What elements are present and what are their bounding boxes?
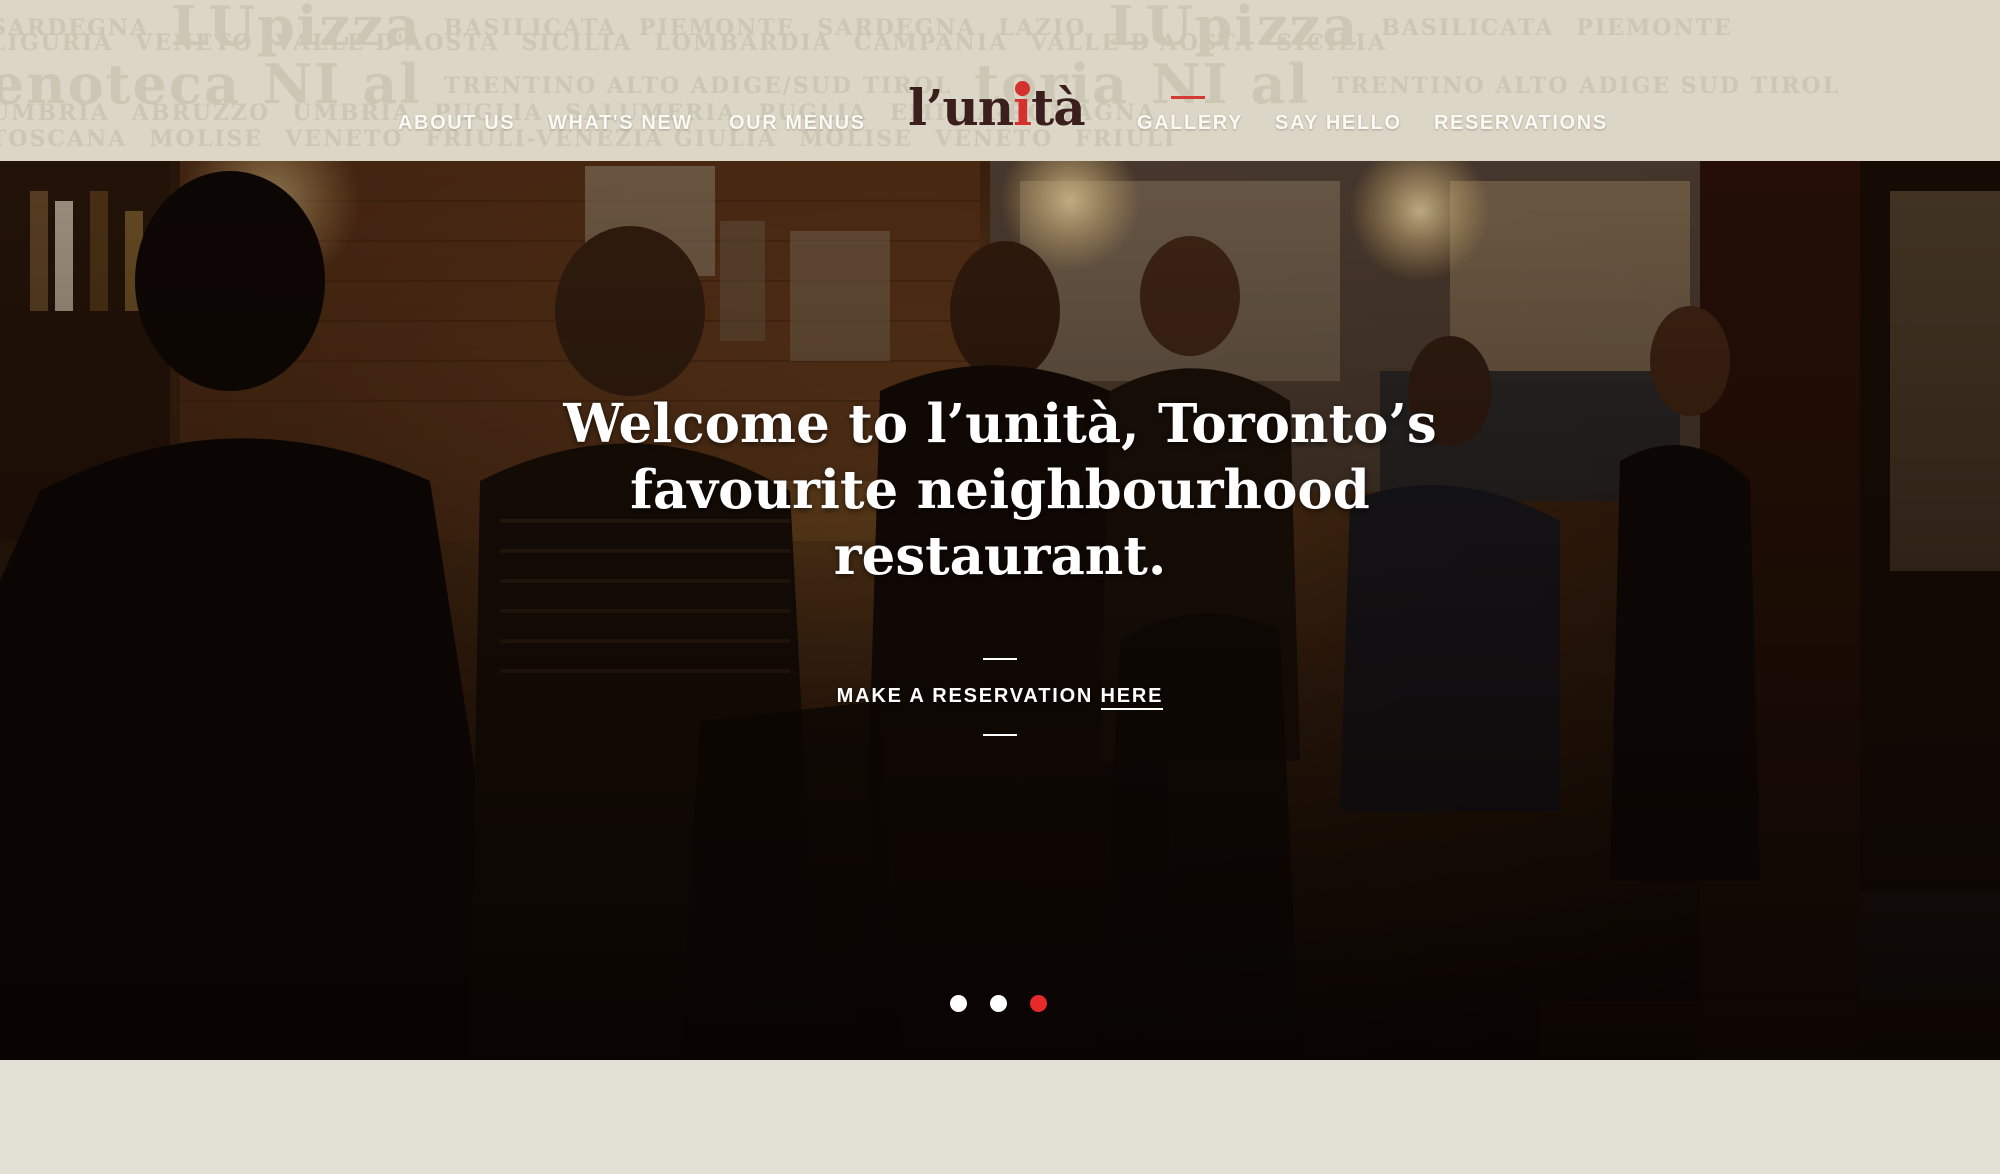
slide-dot[interactable] (990, 995, 1007, 1012)
hero-headline: Welcome to l’unità, Toronto’s favourite … (400, 391, 1600, 589)
logo-text-start: l’un (908, 78, 1014, 137)
nav-about-us[interactable]: ABOUT US (398, 112, 515, 135)
headline-line: Welcome to l’unità, Toronto’s (563, 393, 1437, 455)
hero-slider: Welcome to l’unità, Toronto’s favourite … (0, 161, 2000, 1060)
headline-line: favourite neighbourhood (630, 459, 1370, 521)
headline-line: restaurant. (833, 525, 1167, 587)
page-footer-band (0, 1060, 2000, 1174)
cta-text: MAKE A RESERVATION (836, 685, 1101, 707)
cta-divider-top (983, 658, 1017, 660)
nav-our-menus[interactable]: OUR MENUS (729, 112, 866, 135)
logo-wordmark: l’unità (908, 78, 1086, 137)
slide-dot-active[interactable] (1030, 995, 1047, 1012)
nav-active-indicator (1171, 96, 1205, 99)
nav-whats-new[interactable]: WHAT'S NEW (548, 112, 693, 135)
nav-reservations[interactable]: RESERVATIONS (1434, 112, 1608, 135)
hero-background-photo (0, 161, 2000, 1060)
logo-text-end: tà (1031, 78, 1085, 137)
cta-here-link[interactable]: HERE (1100, 685, 1164, 710)
logo-tomato-dot-icon (1015, 81, 1030, 96)
site-header: SARDEGNA LUpizza BASILICATA PIEMONTE SARDEGN… (0, 0, 2000, 161)
cta-divider-bottom (983, 734, 1017, 736)
nav-gallery[interactable]: GALLERY (1137, 112, 1243, 135)
slider-pagination (0, 995, 2000, 1015)
slide-dot[interactable] (950, 995, 967, 1012)
make-reservation-cta[interactable]: MAKE A RESERVATION HERE (700, 685, 1300, 710)
nav-say-hello[interactable]: SAY HELLO (1275, 112, 1402, 135)
site-logo[interactable]: l’unità (908, 80, 1096, 140)
